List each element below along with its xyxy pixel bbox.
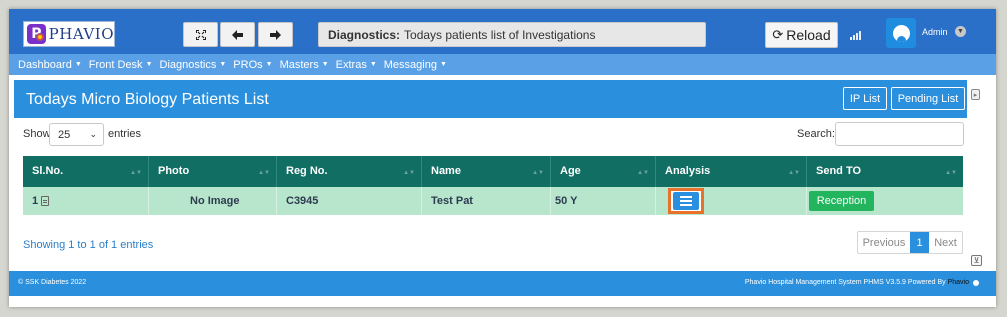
pagination: Previous 1 Next xyxy=(857,231,963,254)
back-button[interactable] xyxy=(220,22,255,47)
caret-down-icon: ▼ xyxy=(74,61,82,68)
table-row: 1 No Image C3945 Test Pat 50 Y Reception xyxy=(23,187,963,215)
user-icon xyxy=(892,24,910,42)
panel-collapse-icon[interactable]: ▸ xyxy=(971,89,980,100)
nav-item-extras[interactable]: Extras ▼ xyxy=(336,59,377,71)
cell-photo: No Image xyxy=(149,187,277,215)
col-name[interactable]: Name ▲▼ xyxy=(422,156,551,187)
reload-label: Reload xyxy=(786,27,831,43)
logo-mark-icon: P xyxy=(27,24,46,44)
phavio-link[interactable]: Phavio xyxy=(948,279,969,286)
signal-icon xyxy=(850,31,862,40)
diag-label: Diagnostics: xyxy=(328,27,401,42)
sort-icon: ▲▼ xyxy=(637,170,649,176)
previous-button[interactable]: Previous xyxy=(858,232,910,253)
search-label: Search: xyxy=(797,128,835,140)
arrow-right-icon xyxy=(270,29,281,40)
caret-down-icon: ▼ xyxy=(439,61,447,68)
footer: © SSK Diabetes 2022 Phavio Hospital Mana… xyxy=(9,271,996,296)
entries-select[interactable]: 25 ⌄ xyxy=(49,123,104,146)
cell-name: Test Pat xyxy=(422,187,551,215)
pending-list-button[interactable]: Pending List xyxy=(891,87,965,110)
nav-item-masters[interactable]: Masters ▼ xyxy=(280,59,329,71)
analysis-highlight xyxy=(668,188,704,214)
scroll-down-icon[interactable]: ⊻ xyxy=(971,255,982,266)
logo-text: PHAVIO xyxy=(48,25,114,43)
col-photo[interactable]: Photo ▲▼ xyxy=(149,156,277,187)
caret-down-icon: ▼ xyxy=(145,61,153,68)
sort-icon: ▲▼ xyxy=(945,170,957,176)
sort-icon: ▲▼ xyxy=(403,170,415,176)
chevron-down-icon: ⌄ xyxy=(89,129,97,139)
entries-value: 25 xyxy=(58,128,71,141)
nav-item-messaging[interactable]: Messaging ▼ xyxy=(384,59,447,71)
col-send-to[interactable]: Send TO ▲▼ xyxy=(807,156,963,187)
caret-down-icon: ▼ xyxy=(321,61,329,68)
user-avatar[interactable] xyxy=(886,18,916,48)
footer-info: Phavio Hospital Management System PHMS V… xyxy=(744,279,969,286)
caret-down-icon: ▼ xyxy=(265,61,273,68)
sort-icon: ▲▼ xyxy=(532,170,544,176)
top-bar: P PHAVIO Diagnostics: Todays patients li… xyxy=(9,9,996,54)
app-window: P PHAVIO Diagnostics: Todays patients li… xyxy=(9,9,996,307)
status-dot-icon xyxy=(973,280,979,286)
cell-age: 50 Y xyxy=(551,187,656,215)
panel-header: Todays Micro Biology Patients List IP Li… xyxy=(14,80,967,118)
table-header-row: Sl.No. ▲▼ Photo ▲▼ Reg No. ▲▼ Name ▲▼ Age ▲▼ … xyxy=(23,156,963,187)
show-label: Show xyxy=(23,128,51,140)
col-reg-no[interactable]: Reg No. ▲▼ xyxy=(277,156,422,187)
col-age[interactable]: Age ▲▼ xyxy=(551,156,656,187)
cell-reg-no: C3945 xyxy=(277,187,422,215)
caret-down-icon: ▼ xyxy=(369,61,377,68)
showing-info: Showing 1 to 1 of 1 entries xyxy=(23,239,154,251)
ip-list-button[interactable]: IP List xyxy=(843,87,887,110)
page-1-button[interactable]: 1 xyxy=(910,232,929,253)
arrow-left-icon xyxy=(232,29,243,40)
file-icon[interactable] xyxy=(41,196,50,206)
cell-send-to: Reception xyxy=(807,187,963,215)
entries-label: entries xyxy=(108,128,142,140)
next-button[interactable]: Next xyxy=(929,232,962,253)
nav-item-front-desk[interactable]: Front Desk ▼ xyxy=(89,59,153,71)
user-name[interactable]: Admin xyxy=(922,27,948,37)
patients-table: Sl.No. ▲▼ Photo ▲▼ Reg No. ▲▼ Name ▲▼ Age ▲▼ … xyxy=(23,156,963,215)
fullscreen-button[interactable] xyxy=(183,22,218,47)
forward-button[interactable] xyxy=(258,22,293,47)
diagnostics-breadcrumb: Diagnostics: Todays patients list of Inv… xyxy=(318,22,706,47)
footer-copyright: © SSK Diabetes 2022 xyxy=(18,279,87,286)
sort-icon: ▲▼ xyxy=(258,170,270,176)
expand-icon xyxy=(195,29,206,40)
refresh-icon: ⟳ xyxy=(772,27,784,42)
nav-item-diagnostics[interactable]: Diagnostics ▼ xyxy=(160,59,227,71)
reception-button[interactable]: Reception xyxy=(809,191,874,211)
user-menu-caret-icon[interactable]: ▼ xyxy=(955,26,966,37)
col-analysis[interactable]: Analysis ▲▼ xyxy=(656,156,807,187)
reload-button[interactable]: ⟳ Reload xyxy=(765,22,838,48)
caret-down-icon: ▼ xyxy=(219,61,227,68)
page-title: Todays Micro Biology Patients List xyxy=(26,91,269,108)
col-sl-no[interactable]: Sl.No. ▲▼ xyxy=(23,156,149,187)
sort-icon: ▲▼ xyxy=(788,170,800,176)
search-input[interactable] xyxy=(835,122,964,146)
cell-analysis xyxy=(656,187,807,215)
nav-item-pros[interactable]: PROs ▼ xyxy=(233,59,272,71)
sort-icon: ▲▼ xyxy=(130,170,142,176)
diag-text: Todays patients list of Investigations xyxy=(404,27,596,42)
main-nav: Dashboard ▼ Front Desk ▼ Diagnostics ▼ PROs… xyxy=(9,54,996,75)
app-logo[interactable]: P PHAVIO xyxy=(23,21,115,47)
analysis-button[interactable] xyxy=(673,192,699,210)
cell-sl-no: 1 xyxy=(23,187,149,215)
nav-item-dashboard[interactable]: Dashboard ▼ xyxy=(18,59,82,71)
